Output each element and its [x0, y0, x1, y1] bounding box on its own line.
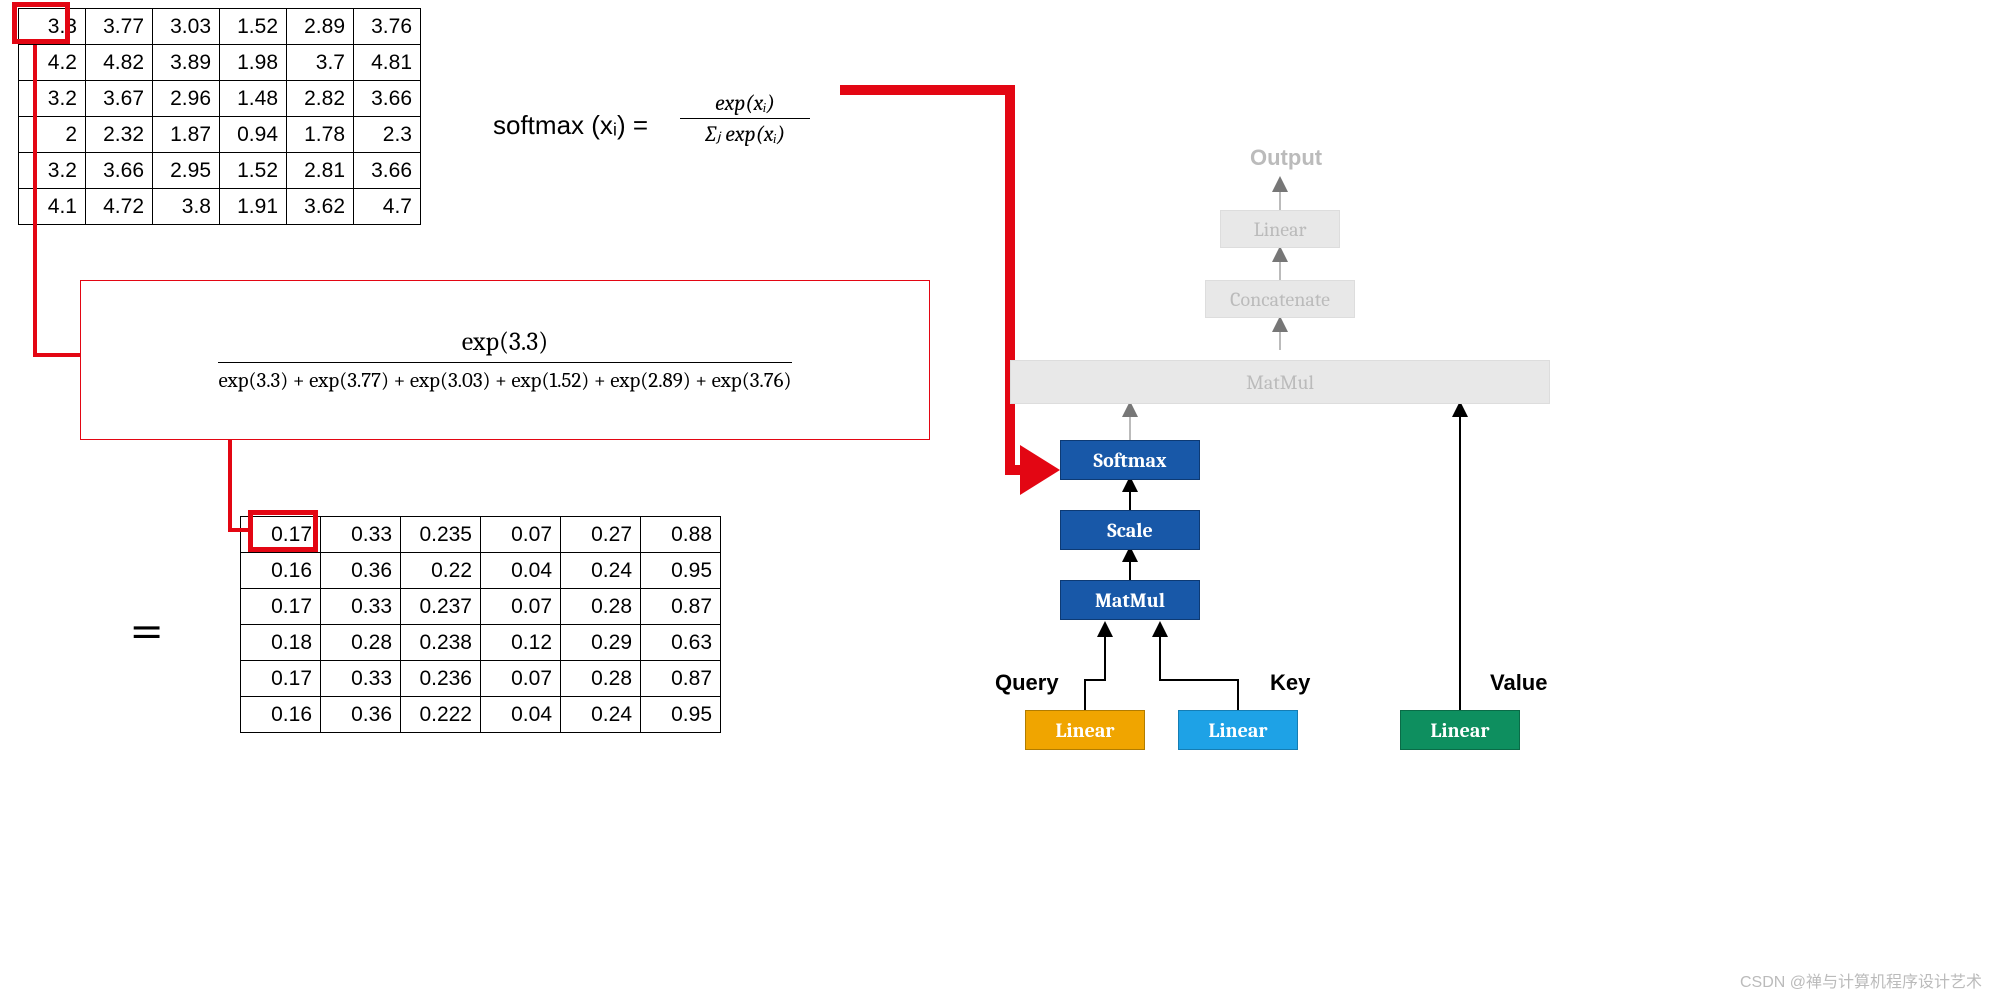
table-cell: 3.89 [153, 45, 220, 81]
table-cell: 3.76 [354, 9, 421, 45]
table-cell: 3.7 [287, 45, 354, 81]
input-matrix-table: 3.33.773.031.522.893.764.24.823.891.983.… [18, 8, 421, 225]
table-cell: 0.222 [401, 697, 481, 733]
arch-matmul-bottom: MatMul [1060, 580, 1200, 620]
table-cell: 0.16 [241, 553, 321, 589]
table-cell: 4.7 [354, 189, 421, 225]
table-cell: 4.2 [19, 45, 86, 81]
output-highlight [248, 510, 318, 552]
softmax-formula-lhs: softmax (xᵢ) = [493, 110, 648, 141]
arch-output-label: Output [1250, 145, 1322, 171]
table-cell: 0.36 [321, 697, 401, 733]
detail-formula-box: exp(3.3) exp(3.3) + exp(3.77) + exp(3.03… [80, 280, 930, 440]
table-cell: 0.36 [321, 553, 401, 589]
table-cell: 0.12 [481, 625, 561, 661]
equals-sign: = [130, 595, 163, 664]
table-cell: 3.8 [153, 189, 220, 225]
table-cell: 0.07 [481, 661, 561, 697]
table-cell: 0.22 [401, 553, 481, 589]
table-cell: 4.82 [86, 45, 153, 81]
table-cell: 0.87 [641, 661, 721, 697]
table-cell: 0.24 [561, 697, 641, 733]
table-cell: 0.16 [241, 697, 321, 733]
arch-matmul-top: MatMul [1010, 360, 1550, 404]
table-cell: 0.07 [481, 589, 561, 625]
table-cell: 3.62 [287, 189, 354, 225]
table-cell: 1.78 [287, 117, 354, 153]
table-cell: 2.32 [86, 117, 153, 153]
table-cell: 0.33 [321, 517, 401, 553]
table-cell: 3.03 [153, 9, 220, 45]
table-cell: 0.238 [401, 625, 481, 661]
table-cell: 2 [19, 117, 86, 153]
table-cell: 1.91 [220, 189, 287, 225]
detail-numer: exp(3.3) [218, 327, 791, 362]
softmax-formula-fraction: exp(xᵢ) ∑ⱼ exp(xᵢ) [680, 90, 810, 147]
watermark: CSDN @禅与计算机程序设计艺术 [1740, 968, 1982, 992]
softmax-denom: ∑ⱼ exp(xᵢ) [680, 121, 810, 147]
table-cell: 2.95 [153, 153, 220, 189]
detail-denom: exp(3.3) + exp(3.77) + exp(3.03) + exp(1… [218, 363, 791, 393]
table-cell: 0.28 [561, 661, 641, 697]
table-cell: 2.81 [287, 153, 354, 189]
table-cell: 0.07 [481, 517, 561, 553]
table-cell: 1.48 [220, 81, 287, 117]
table-cell: 2.82 [287, 81, 354, 117]
table-cell: 3.67 [86, 81, 153, 117]
table-cell: 0.28 [321, 625, 401, 661]
table-cell: 3.66 [354, 153, 421, 189]
table-cell: 0.17 [241, 661, 321, 697]
softmax-numer: exp(xᵢ) [680, 90, 810, 116]
table-cell: 3.66 [354, 81, 421, 117]
table-cell: 3.66 [86, 153, 153, 189]
table-cell: 0.87 [641, 589, 721, 625]
table-cell: 3.2 [19, 81, 86, 117]
arch-linear-k: Linear [1178, 710, 1298, 750]
table-cell: 0.28 [561, 589, 641, 625]
arch-scale: Scale [1060, 510, 1200, 550]
arch-value-label: Value [1490, 670, 1547, 696]
table-cell: 0.95 [641, 697, 721, 733]
arch-linear-top: Linear [1220, 210, 1340, 248]
table-cell: 0.04 [481, 697, 561, 733]
arch-linear-v: Linear [1400, 710, 1520, 750]
table-cell: 0.33 [321, 589, 401, 625]
table-cell: 0.235 [401, 517, 481, 553]
table-cell: 1.52 [220, 9, 287, 45]
table-cell: 0.94 [220, 117, 287, 153]
table-cell: 0.63 [641, 625, 721, 661]
table-cell: 0.29 [561, 625, 641, 661]
arch-concatenate: Concatenate [1205, 280, 1355, 318]
table-cell: 4.72 [86, 189, 153, 225]
table-cell: 0.27 [561, 517, 641, 553]
arch-query-label: Query [995, 670, 1059, 696]
arch-linear-q: Linear [1025, 710, 1145, 750]
input-highlight [12, 2, 70, 44]
table-cell: 1.87 [153, 117, 220, 153]
table-cell: 1.52 [220, 153, 287, 189]
table-cell: 4.1 [19, 189, 86, 225]
table-cell: 0.88 [641, 517, 721, 553]
table-cell: 2.89 [287, 9, 354, 45]
arch-softmax: Softmax [1060, 440, 1200, 480]
table-cell: 0.18 [241, 625, 321, 661]
table-cell: 2.3 [354, 117, 421, 153]
table-cell: 3.2 [19, 153, 86, 189]
table-cell: 0.17 [241, 589, 321, 625]
table-cell: 3.77 [86, 9, 153, 45]
table-cell: 0.95 [641, 553, 721, 589]
table-cell: 0.24 [561, 553, 641, 589]
table-cell: 4.81 [354, 45, 421, 81]
table-cell: 0.04 [481, 553, 561, 589]
table-cell: 2.96 [153, 81, 220, 117]
arch-key-label: Key [1270, 670, 1310, 696]
table-cell: 0.236 [401, 661, 481, 697]
table-cell: 0.33 [321, 661, 401, 697]
table-cell: 1.98 [220, 45, 287, 81]
attention-architecture-diagram: Output Linear Concatenate MatMul Softmax… [1000, 150, 1660, 770]
table-cell: 0.237 [401, 589, 481, 625]
